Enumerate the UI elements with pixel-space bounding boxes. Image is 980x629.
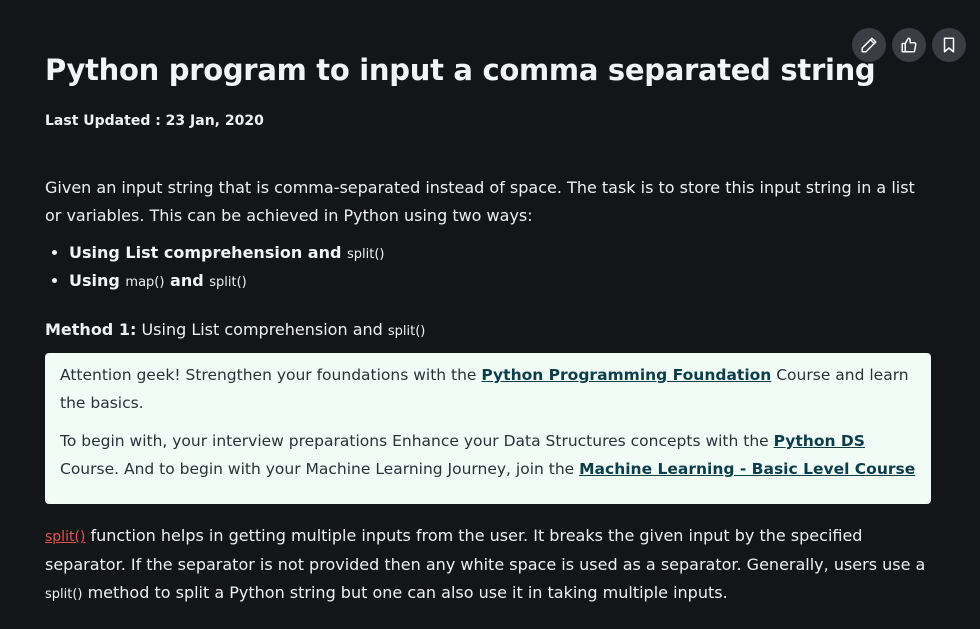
pencil-icon xyxy=(861,37,877,53)
bookmark-button[interactable] xyxy=(932,28,966,62)
code-split: split() xyxy=(45,587,83,602)
code-split: split() xyxy=(346,247,385,262)
code-split: split() xyxy=(387,324,426,339)
thumbs-up-icon xyxy=(901,37,917,53)
method-text: Using List comprehension and xyxy=(69,243,347,262)
body-text: function helps in getting multiple input… xyxy=(45,526,926,574)
method-text: Using xyxy=(69,271,126,290)
promo-callout: Attention geek! Strengthen your foundati… xyxy=(45,353,931,504)
callout-text: Course. And to begin with your Machine L… xyxy=(60,460,580,478)
method1-heading: Method 1: Using List comprehension and s… xyxy=(45,318,425,344)
intro-paragraph: Given an input string that is comma-sepa… xyxy=(45,178,915,225)
list-item: Using List comprehension and split() xyxy=(69,240,384,268)
like-button[interactable] xyxy=(892,28,926,62)
python-foundation-link[interactable]: Python Programming Foundation xyxy=(481,366,771,384)
method-text: and xyxy=(164,271,210,290)
methods-list: Using List comprehension and split() Usi… xyxy=(45,240,384,296)
machine-learning-link[interactable]: Machine Learning - Basic Level Course xyxy=(579,460,915,478)
callout-paragraph: Attention geek! Strengthen your foundati… xyxy=(60,361,916,417)
callout-text: To begin with, your interview preparatio… xyxy=(60,432,774,450)
last-updated: Last Updated : 23 Jan, 2020 xyxy=(45,113,264,129)
method1-label: Method 1: xyxy=(45,320,137,339)
body-text: method to split a Python string but one … xyxy=(82,583,728,602)
bookmark-icon xyxy=(943,37,955,53)
split-function-link[interactable]: split() xyxy=(45,529,85,545)
code-map: map() xyxy=(125,275,165,290)
callout-paragraph: To begin with, your interview preparatio… xyxy=(60,427,916,483)
page-title: Python program to input a comma separate… xyxy=(45,53,876,87)
list-item: Using map() and split() xyxy=(69,268,384,296)
split-description: split() function helps in getting multip… xyxy=(45,522,935,609)
method1-text: Using List comprehension and xyxy=(136,320,388,339)
code-split: split() xyxy=(209,275,247,290)
python-ds-link[interactable]: Python DS xyxy=(774,432,865,450)
callout-text: Attention geek! Strengthen your foundati… xyxy=(60,366,482,384)
